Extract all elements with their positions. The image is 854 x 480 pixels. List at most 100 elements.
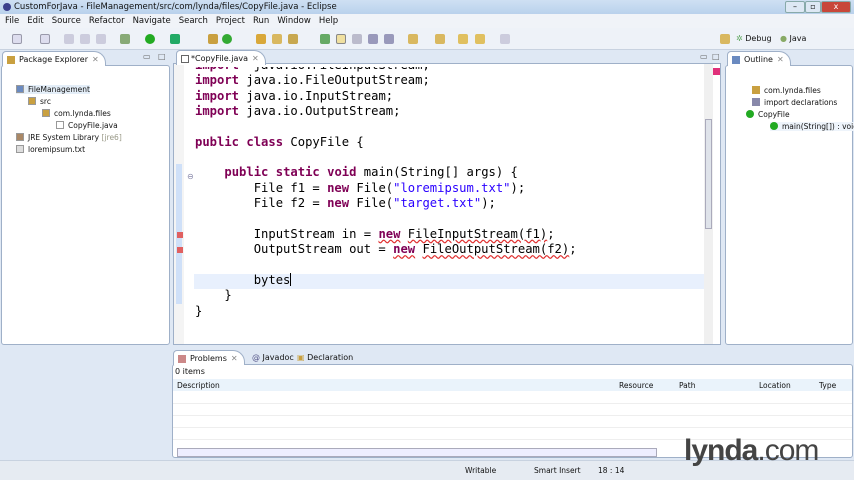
- column-location[interactable]: Location: [755, 379, 815, 391]
- maximize-icon[interactable]: □: [712, 52, 720, 61]
- error-marker-icon[interactable]: [177, 232, 183, 238]
- outline-item[interactable]: import declarations: [752, 98, 837, 107]
- fold-icon[interactable]: ⊖: [187, 172, 194, 181]
- menu-help[interactable]: Help: [319, 16, 338, 26]
- open-task-icon[interactable]: [272, 34, 282, 44]
- code-token: CopyFile {: [283, 134, 364, 149]
- previous-annotation-icon[interactable]: [435, 34, 445, 44]
- column-description[interactable]: Description: [173, 379, 615, 391]
- search-icon[interactable]: [288, 34, 298, 44]
- code-line: import java.io.OutputStream;: [195, 104, 577, 119]
- menu-navigate[interactable]: Navigate: [133, 16, 171, 26]
- print-icon[interactable]: [96, 34, 106, 44]
- tree-item[interactable]: CopyFile.java: [56, 121, 118, 130]
- tab-package-explorer[interactable]: Package Explorer ✕: [2, 51, 106, 66]
- code-token: public: [195, 134, 240, 149]
- mark-occurrences-icon[interactable]: [336, 34, 346, 44]
- perspective-java[interactable]: ● Java: [780, 34, 806, 43]
- method-icon: [770, 122, 778, 130]
- run-icon[interactable]: [145, 34, 155, 44]
- new-icon[interactable]: [12, 34, 22, 44]
- menu-window[interactable]: Window: [277, 16, 311, 26]
- tree-item[interactable]: src: [28, 97, 51, 106]
- maximize-button[interactable]: ▫: [805, 1, 821, 13]
- save-all-icon[interactable]: [80, 34, 90, 44]
- status-cursor-position: 18 : 14: [598, 466, 625, 475]
- column-path[interactable]: Path: [675, 379, 755, 391]
- code-editor[interactable]: import java.io.FileInputStream; import ja…: [195, 58, 577, 319]
- java-file-icon: [181, 55, 189, 63]
- status-insert-mode: Smart Insert: [534, 466, 581, 475]
- code-token: java.io.FileInputStream;: [239, 58, 430, 72]
- outline-item[interactable]: CopyFile: [746, 110, 790, 119]
- menu-refactor[interactable]: Refactor: [89, 16, 125, 26]
- open-type-icon[interactable]: [256, 34, 266, 44]
- column-resource[interactable]: Resource: [615, 379, 675, 391]
- code-token: java.io.OutputStream;: [239, 104, 401, 119]
- tab-label: Problems: [190, 354, 227, 363]
- close-icon[interactable]: ✕: [231, 354, 238, 363]
- tree-item[interactable]: com.lynda.files: [42, 109, 111, 118]
- menu-edit[interactable]: Edit: [27, 16, 43, 26]
- back-icon[interactable]: [458, 34, 468, 44]
- package-icon: [752, 86, 760, 94]
- horizontal-scrollbar[interactable]: [177, 448, 657, 457]
- code-token: java.io.FileOutputStream;: [239, 73, 430, 88]
- close-icon[interactable]: ✕: [777, 55, 784, 64]
- outline-panel: com.lynda.files import declarations CopyFi…: [725, 65, 854, 345]
- next-annotation-icon[interactable]: [408, 34, 418, 44]
- new-class-icon[interactable]: [222, 34, 232, 44]
- code-token: new: [393, 242, 416, 257]
- menu-run[interactable]: Run: [253, 16, 269, 26]
- tree-item-label: CopyFile.java: [68, 121, 118, 130]
- error-marker-icon[interactable]: [177, 247, 183, 253]
- outline-item[interactable]: main(String[]) : void: [770, 122, 854, 131]
- toggle-breadcrumb-icon[interactable]: [320, 34, 330, 44]
- close-icon[interactable]: ✕: [92, 55, 99, 64]
- tab-outline[interactable]: Outline ✕: [727, 51, 791, 66]
- title-bar: CustomForJava - FileManagement/src/com/l…: [0, 0, 854, 14]
- code-token: new: [378, 226, 401, 241]
- tab-declaration[interactable]: ▣ Declaration: [297, 353, 353, 362]
- code-token: );: [510, 180, 526, 195]
- tab-javadoc[interactable]: @ Javadoc: [252, 353, 294, 362]
- minimize-icon[interactable]: ▭: [700, 52, 708, 61]
- show-whitespace-icon[interactable]: [368, 34, 378, 44]
- error-overview-icon[interactable]: [713, 68, 720, 75]
- close-button[interactable]: x: [821, 1, 851, 13]
- code-token: import: [195, 104, 240, 119]
- outline-item[interactable]: com.lynda.files: [752, 86, 821, 95]
- toggle-block-selection-icon[interactable]: [352, 34, 362, 44]
- code-token: FileOutputStream(f2): [422, 242, 570, 257]
- tree-item[interactable]: loremipsum.txt: [16, 145, 85, 154]
- code-token: }: [195, 303, 203, 318]
- library-icon: [16, 133, 24, 141]
- column-type[interactable]: Type: [815, 379, 852, 391]
- menu-source[interactable]: Source: [52, 16, 81, 26]
- vertical-scrollbar[interactable]: [704, 64, 713, 344]
- code-token: main(String[] args) {: [356, 165, 518, 180]
- package-explorer-icon: [7, 56, 15, 64]
- new-java-package-icon[interactable]: [208, 34, 218, 44]
- minimize-icon[interactable]: ▭: [143, 52, 151, 61]
- forward-icon[interactable]: [500, 34, 510, 44]
- tree-item[interactable]: JRE System Library [jre6]: [16, 133, 122, 142]
- external-tools-icon[interactable]: [170, 34, 180, 44]
- menu-project[interactable]: Project: [216, 16, 245, 26]
- tree-item[interactable]: FileManagement: [16, 85, 90, 94]
- new-package-icon[interactable]: [40, 34, 50, 44]
- show-paragraph-icon[interactable]: [384, 34, 394, 44]
- perspective-debug[interactable]: ✲ Debug: [736, 34, 772, 43]
- maximize-icon[interactable]: □: [158, 52, 166, 61]
- menu-file[interactable]: File: [5, 16, 19, 26]
- debug-icon[interactable]: [120, 34, 130, 44]
- menu-search[interactable]: Search: [179, 16, 208, 26]
- open-perspective-icon[interactable]: [720, 34, 730, 44]
- save-icon[interactable]: [64, 34, 74, 44]
- minimize-button[interactable]: –: [785, 1, 805, 13]
- tab-problems[interactable]: Problems ✕: [173, 350, 245, 365]
- back-dropdown-icon[interactable]: [475, 34, 485, 44]
